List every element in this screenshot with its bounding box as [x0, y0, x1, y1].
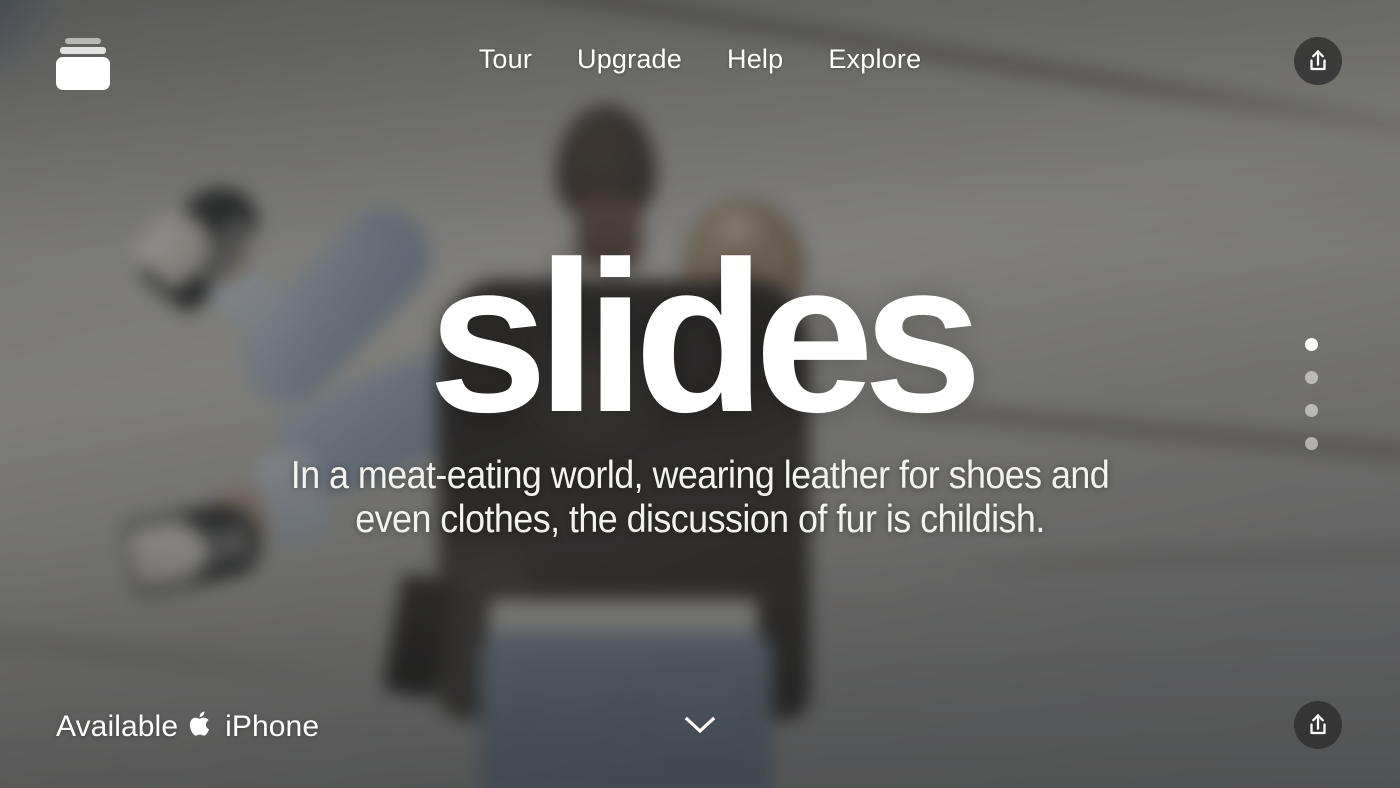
chevron-down-icon	[684, 716, 716, 734]
available-label: Available	[56, 709, 179, 743]
nav-item-upgrade[interactable]: Upgrade	[577, 44, 682, 75]
main-nav: Tour Upgrade Help Explore	[0, 44, 1400, 75]
scroll-down-button[interactable]	[680, 712, 720, 738]
pagination-dot-1[interactable]	[1305, 338, 1318, 351]
pagination-dot-2[interactable]	[1305, 371, 1318, 384]
hero-slide-page: Tour Upgrade Help Explore slides In a me…	[0, 0, 1400, 788]
share-button-top[interactable]	[1294, 37, 1342, 85]
nav-item-explore[interactable]: Explore	[828, 44, 921, 75]
share-button-bottom[interactable]	[1294, 701, 1342, 749]
slide-pagination	[1305, 338, 1318, 450]
nav-item-tour[interactable]: Tour	[479, 44, 532, 75]
site-header: Tour Upgrade Help Explore	[0, 0, 1400, 124]
device-label: iPhone	[225, 709, 320, 743]
pagination-dot-4[interactable]	[1305, 437, 1318, 450]
availability-badge: Available iPhone	[56, 709, 319, 744]
apple-logo-icon	[189, 709, 214, 744]
share-icon	[1310, 50, 1326, 71]
pagination-dot-3[interactable]	[1305, 404, 1318, 417]
nav-item-help[interactable]: Help	[727, 44, 783, 75]
share-icon	[1310, 714, 1326, 735]
apple-icon	[189, 711, 210, 736]
